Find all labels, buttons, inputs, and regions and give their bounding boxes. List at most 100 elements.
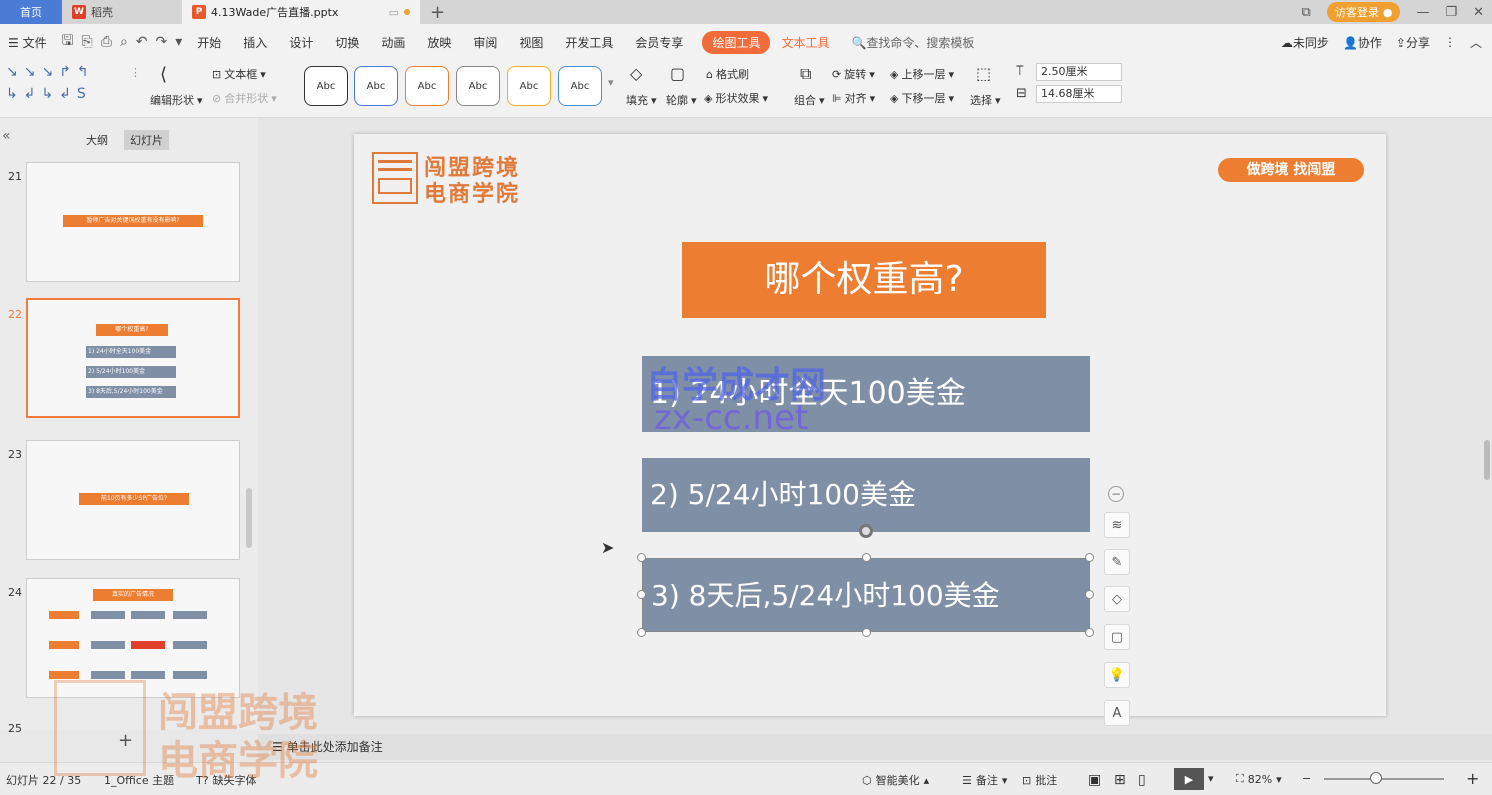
file-menu[interactable]: ☰ 文件 bbox=[8, 34, 58, 51]
resize-handle[interactable] bbox=[862, 553, 871, 562]
zoom-in-icon[interactable]: + bbox=[1466, 769, 1479, 788]
resize-handle[interactable] bbox=[1085, 628, 1094, 637]
slide-thumbnail-22[interactable]: 哪个权重高? 1) 24小时全天100美金 2) 5/24小时100美金 3) … bbox=[26, 298, 240, 418]
play-slideshow-button[interactable]: ▶ bbox=[1174, 768, 1204, 790]
more-icon[interactable]: ▾ bbox=[171, 34, 186, 50]
login-button[interactable]: 访客登录 ● bbox=[1326, 2, 1401, 22]
style-preset-3[interactable]: Abc bbox=[405, 66, 449, 106]
comment-button[interactable]: ⊡ 批注 bbox=[1022, 772, 1057, 788]
rotate-button[interactable]: ⟳ 旋转 ▾ bbox=[832, 66, 875, 82]
tab-home[interactable]: 首页 bbox=[0, 0, 62, 24]
format-brush-button[interactable]: ⌂ 格式刷 bbox=[706, 66, 749, 82]
resize-handle[interactable] bbox=[637, 590, 646, 599]
collapse-panel-icon[interactable]: « bbox=[2, 128, 11, 144]
curve-shapes-gallery[interactable]: ↳↲↳↲S bbox=[6, 86, 92, 102]
align-button[interactable]: ⊫ 对齐 ▾ bbox=[832, 90, 875, 106]
reading-view-icon[interactable]: ▯ bbox=[1138, 772, 1146, 788]
print-icon[interactable]: ⎙ bbox=[97, 34, 116, 50]
new-tab-button[interactable]: + bbox=[420, 0, 455, 24]
menu-member[interactable]: 会员专享 bbox=[624, 34, 694, 51]
menu-transition[interactable]: 切换 bbox=[324, 34, 370, 51]
merge-shape-button[interactable]: ⊘ 合并形状 ▾ bbox=[212, 90, 277, 106]
select-icon[interactable]: ⬚ bbox=[976, 64, 991, 83]
shape-effect-button[interactable]: ◈ 形状效果 ▾ bbox=[704, 90, 768, 106]
fill-bucket-icon[interactable]: ◇ bbox=[1104, 586, 1130, 612]
select-button[interactable]: 选择 ▾ bbox=[970, 92, 1001, 108]
resize-handle[interactable] bbox=[1085, 590, 1094, 599]
resize-handle[interactable] bbox=[862, 628, 871, 637]
kebab-menu-icon[interactable]: ⋮ bbox=[1444, 35, 1456, 49]
sorter-view-icon[interactable]: ⊞ bbox=[1114, 772, 1126, 788]
menu-animation[interactable]: 动画 bbox=[370, 34, 416, 51]
play-options-icon[interactable]: ▾ bbox=[1208, 772, 1214, 785]
canvas-scrollbar[interactable] bbox=[1484, 440, 1490, 480]
tab-slides[interactable]: 幻灯片 bbox=[124, 130, 169, 150]
zoom-out-icon[interactable]: − bbox=[1302, 772, 1311, 785]
smart-beautify-button[interactable]: ⬡ 智能美化 ▴ bbox=[862, 772, 929, 788]
tab-docer[interactable]: W 稻壳 bbox=[62, 0, 182, 24]
style-preset-4[interactable]: Abc bbox=[456, 66, 500, 106]
edit-shape-button[interactable]: 编辑形状 ▾ bbox=[150, 92, 203, 108]
outline-square-icon[interactable]: ▢ bbox=[1104, 624, 1130, 650]
resize-handle[interactable] bbox=[1085, 553, 1094, 562]
close-icon[interactable]: ✕ bbox=[1473, 5, 1484, 20]
fill-button[interactable]: 填充 ▾ bbox=[626, 92, 657, 108]
line-shapes-gallery[interactable]: ↘↘↘↱↰ bbox=[6, 64, 95, 80]
send-backward-button[interactable]: ◈ 下移一层 ▾ bbox=[890, 90, 954, 106]
save-icon[interactable]: 🖫 bbox=[58, 30, 78, 54]
height-field[interactable]: 2.50厘米 bbox=[1036, 63, 1122, 81]
tab-drawing-tools[interactable]: 绘图工具 bbox=[702, 30, 771, 54]
zoom-slider-track[interactable] bbox=[1324, 778, 1444, 780]
tab-document[interactable]: P 4.13Wade广告直播.pptx ▭ bbox=[182, 0, 420, 24]
resize-handle[interactable] bbox=[637, 553, 646, 562]
menu-design[interactable]: 设计 bbox=[278, 34, 324, 51]
option-box-2[interactable]: 2) 5/24小时100美金 bbox=[642, 458, 1090, 532]
zoom-control[interactable]: ⛶ 82% ▾ bbox=[1236, 772, 1282, 786]
style-preset-5[interactable]: Abc bbox=[507, 66, 551, 106]
width-field[interactable]: 14.68厘米 bbox=[1036, 85, 1122, 103]
outline-button[interactable]: 轮廓 ▾ bbox=[666, 92, 697, 108]
edit-shape-icon[interactable]: ⟨ bbox=[160, 64, 167, 85]
style-preset-6[interactable]: Abc bbox=[558, 66, 602, 106]
collapse-ribbon-icon[interactable]: ︿ bbox=[1470, 34, 1482, 51]
panel-scrollbar[interactable] bbox=[246, 488, 252, 548]
menu-developer[interactable]: 开发工具 bbox=[554, 34, 624, 51]
menu-start[interactable]: 开始 bbox=[186, 34, 232, 51]
tab-text-tools[interactable]: 文本工具 bbox=[770, 34, 840, 51]
menu-insert[interactable]: 插入 bbox=[232, 34, 278, 51]
slide-22[interactable]: 闯盟跨境 电商学院 做跨境 找闯盟 哪个权重高? 1) 24小时全天100美金 … bbox=[354, 134, 1386, 716]
menu-review[interactable]: 审阅 bbox=[462, 34, 508, 51]
style-preset-2[interactable]: Abc bbox=[354, 66, 398, 106]
fill-icon[interactable]: ◇ bbox=[630, 64, 642, 83]
undo-icon[interactable]: ↶ bbox=[132, 34, 152, 50]
search-command[interactable]: 🔍查找命令、搜索模板 bbox=[840, 34, 985, 51]
collab-button[interactable]: 👤协作 bbox=[1343, 34, 1382, 51]
sync-button[interactable]: ☁未同步 bbox=[1281, 34, 1329, 51]
layers-icon[interactable]: ≋ bbox=[1104, 512, 1130, 538]
rotate-handle-icon[interactable] bbox=[859, 524, 873, 538]
preview-icon[interactable]: ⌕ bbox=[116, 34, 132, 50]
bring-forward-button[interactable]: ◈ 上移一层 ▾ bbox=[890, 66, 954, 82]
slide-thumbnail-21[interactable]: 暂停广告对关键词权重有没有影响? bbox=[26, 162, 240, 282]
pen-icon[interactable]: ✎ bbox=[1104, 549, 1130, 575]
lightbulb-icon[interactable]: 💡 bbox=[1104, 662, 1130, 688]
zoom-slider-thumb[interactable] bbox=[1370, 772, 1382, 784]
notes-area[interactable]: ☰ 单击此处添加备注 bbox=[258, 734, 1492, 760]
menu-slideshow[interactable]: 放映 bbox=[416, 34, 462, 51]
slide-title[interactable]: 哪个权重高? bbox=[682, 242, 1046, 318]
group-icon[interactable]: ⧉ bbox=[800, 64, 811, 84]
collapse-tools-icon[interactable]: − bbox=[1108, 486, 1124, 502]
export-icon[interactable]: ⎘ bbox=[78, 34, 97, 50]
slide-thumbnail-23[interactable]: 前10页有多少SP广告位? bbox=[26, 440, 240, 560]
option-box-3-selected[interactable]: 3) 8天后,5/24小时100美金 bbox=[642, 558, 1090, 632]
resize-handle[interactable] bbox=[637, 628, 646, 637]
monitor-icon[interactable]: ▭ bbox=[389, 6, 399, 19]
textbox-button[interactable]: ⊡ 文本框 ▾ bbox=[212, 66, 266, 82]
text-style-icon[interactable]: A bbox=[1104, 700, 1130, 726]
styles-more-icon[interactable]: ▾ bbox=[608, 76, 614, 89]
tab-outline[interactable]: 大纲 bbox=[80, 130, 114, 150]
normal-view-icon[interactable]: ▣ bbox=[1088, 772, 1101, 788]
style-preset-1[interactable]: Abc bbox=[304, 66, 348, 106]
outline-icon[interactable]: ▢ bbox=[670, 64, 685, 83]
minimize-icon[interactable]: — bbox=[1416, 5, 1429, 20]
